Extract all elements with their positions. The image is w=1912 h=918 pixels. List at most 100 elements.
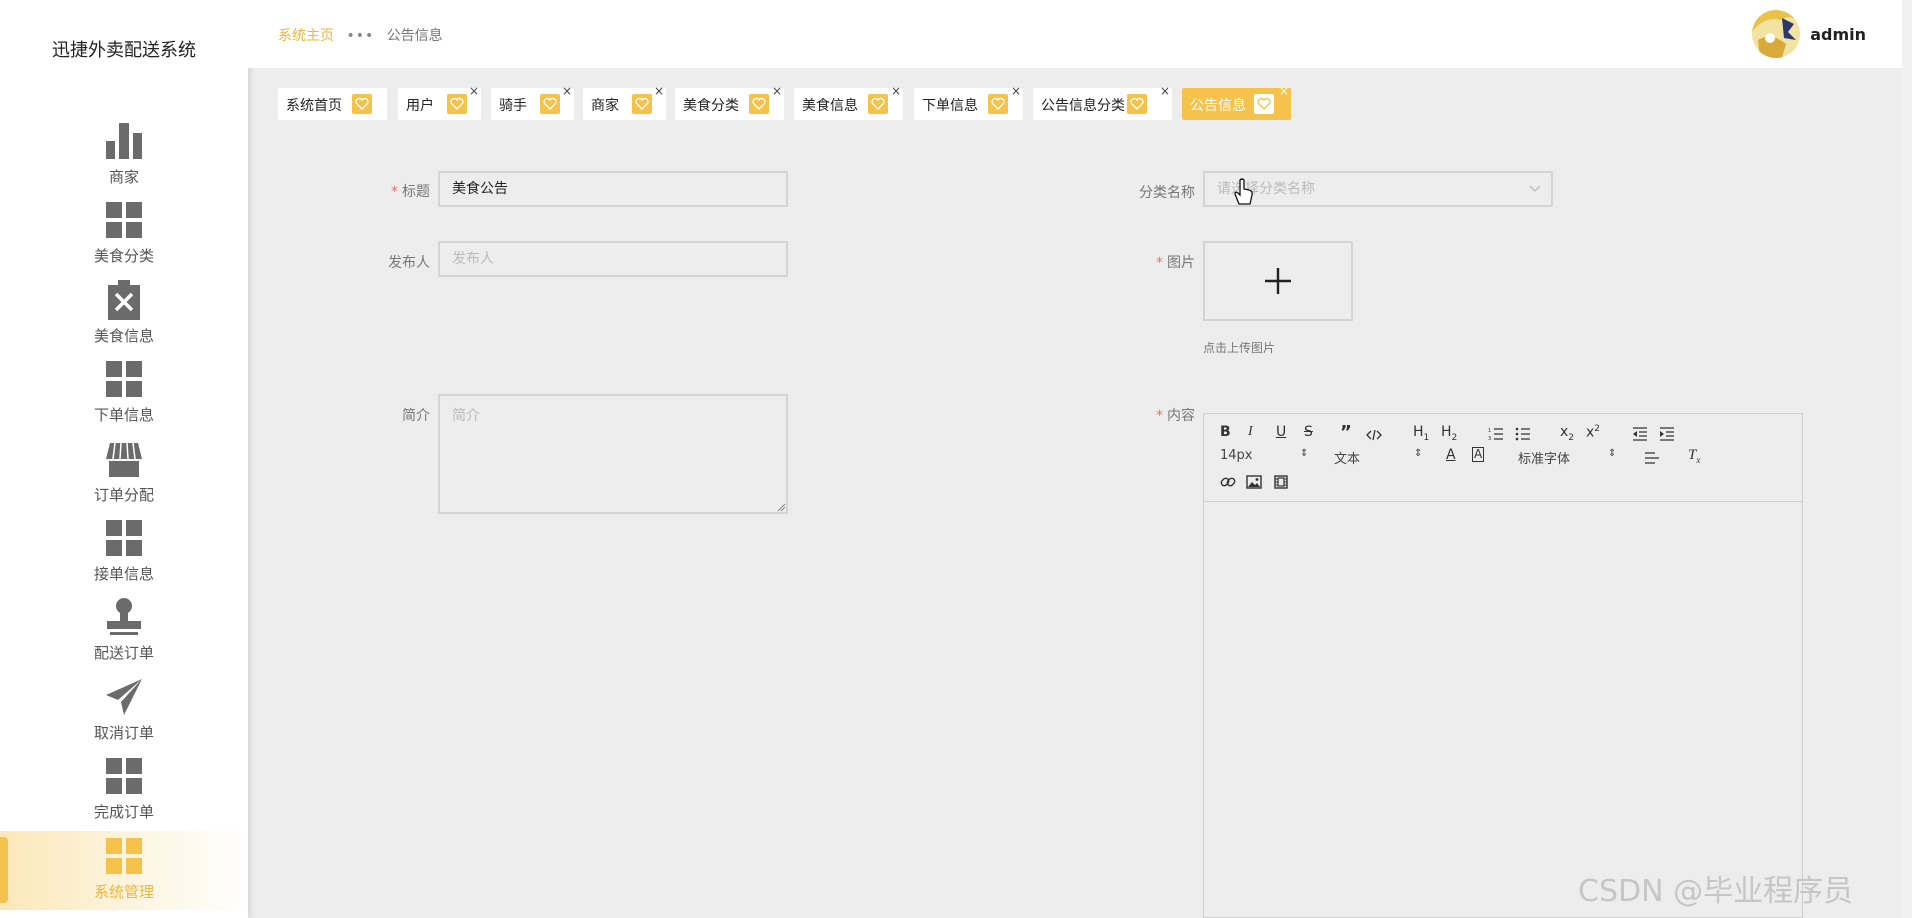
image-icon[interactable] [1246, 475, 1262, 489]
font-size-value: 14px [1220, 448, 1253, 463]
sidebar-item-label: 完成订单 [93, 803, 154, 822]
tab-merchant[interactable]: 商家 × [583, 85, 666, 120]
publisher-input[interactable]: 发布人 [438, 241, 788, 277]
heart-icon [1254, 94, 1274, 114]
underline-button[interactable]: U [1276, 424, 1286, 440]
heart-icon [632, 94, 652, 114]
sidebar-item-orders[interactable]: 下单信息 [0, 354, 248, 433]
heart-icon [540, 94, 560, 114]
indent-icon[interactable] [1659, 427, 1675, 441]
bold-button[interactable]: B [1220, 424, 1231, 440]
plus-icon [1265, 268, 1291, 294]
sidebar-item-accept-info[interactable]: 接单信息 [0, 513, 248, 592]
tab-label: 用户 [406, 98, 434, 114]
tab-user[interactable]: 用户 × [398, 85, 481, 120]
app-title: 迅捷外卖配送系统 [52, 40, 196, 61]
heart-icon [988, 94, 1008, 114]
page-scrollbar[interactable] [1902, 0, 1912, 918]
required-mark: * [1156, 408, 1163, 424]
tab-notice-category[interactable]: 公告信息分类 × [1033, 85, 1172, 120]
tab-notice-info[interactable]: 公告信息 × [1182, 85, 1291, 120]
tab-label: 商家 [591, 98, 619, 114]
avatar[interactable] [1752, 10, 1801, 58]
heart-icon [1127, 94, 1147, 114]
tab-label: 系统首页 [286, 98, 342, 114]
title-label: * 标题 [370, 181, 430, 201]
grid-icon [106, 202, 142, 239]
font-color-button[interactable]: A [1446, 447, 1456, 463]
h1-button[interactable]: H1 [1413, 424, 1429, 443]
blockquote-button[interactable]: ” [1340, 422, 1352, 443]
image-upload-box[interactable] [1203, 241, 1353, 321]
tab-label: 下单信息 [922, 98, 978, 114]
sidebar-item-delivery[interactable]: 配送订单 [0, 592, 248, 671]
background-color-button[interactable]: A [1472, 447, 1485, 462]
sidebar-nav: 商家 美食分类 美食信息 下单信息 订单分配 接单信息 配送订单 取消订单 完成… [0, 116, 248, 910]
paper-plane-icon [106, 678, 142, 715]
code-icon[interactable] [1366, 429, 1382, 441]
close-icon[interactable]: × [891, 85, 901, 97]
watermark: CSDN @毕业程序员 [1578, 874, 1854, 909]
breadcrumb: 系统主页 ••• 公告信息 [278, 25, 443, 45]
strike-button[interactable]: S [1304, 424, 1313, 440]
hand-cursor-icon [1234, 178, 1253, 205]
link-icon[interactable] [1220, 474, 1236, 490]
sidebar-item-label: 美食分类 [93, 247, 154, 266]
close-icon[interactable]: × [654, 85, 664, 97]
sidebar-item-complete[interactable]: 完成订单 [0, 751, 248, 830]
tab-orders[interactable]: 下单信息 × [914, 85, 1023, 120]
close-icon[interactable]: × [1279, 85, 1289, 97]
video-icon[interactable] [1274, 475, 1288, 489]
sidebar-item-cancel[interactable]: 取消订单 [0, 672, 248, 751]
bullet-list-icon[interactable] [1515, 427, 1531, 441]
sidebar-item-system[interactable]: 系统管理 [0, 830, 248, 910]
grid-icon [106, 758, 142, 795]
top-header: 系统主页 ••• 公告信息 admin [248, 0, 1912, 68]
tab-rider[interactable]: 骑手 × [491, 85, 574, 120]
sidebar-item-merchant[interactable]: 商家 [0, 116, 248, 195]
rich-text-editor[interactable]: B I U S ” H1 H2 13 x2 x2 14px ⇕ 文本 ⇕ A A… [1203, 413, 1803, 918]
close-icon[interactable]: × [562, 85, 572, 97]
image-label-text: 图片 [1167, 255, 1195, 271]
category-select[interactable]: 请选择分类名称 [1203, 171, 1553, 207]
outdent-icon[interactable] [1632, 427, 1648, 441]
font-size-select[interactable]: 14px ⇕ [1220, 448, 1310, 463]
ordered-list-icon[interactable]: 13 [1488, 427, 1504, 441]
sidebar-item-order-assign[interactable]: 订单分配 [0, 434, 248, 513]
title-label-text: 标题 [402, 184, 430, 200]
user-menu[interactable]: admin [1752, 10, 1866, 58]
summary-textarea[interactable]: 简介 [438, 394, 788, 514]
close-icon[interactable]: × [469, 85, 479, 97]
clear-format-button[interactable]: Tx [1688, 447, 1700, 465]
close-icon[interactable]: × [772, 85, 782, 97]
title-input[interactable]: 美食公告 [438, 171, 788, 207]
tab-food-info[interactable]: 美食信息 × [794, 85, 903, 120]
tab-label: 美食分类 [683, 98, 739, 114]
resize-handle-icon[interactable] [776, 502, 786, 512]
avatar-image [1752, 10, 1801, 58]
align-icon[interactable] [1644, 451, 1660, 465]
italic-button[interactable]: I [1248, 424, 1253, 440]
header-select[interactable]: 文本 ⇕ [1334, 448, 1424, 467]
superscript-button[interactable]: x2 [1586, 424, 1600, 441]
sidebar-item-food-info[interactable]: 美食信息 [0, 275, 248, 354]
close-icon[interactable]: × [1160, 85, 1170, 97]
tab-label: 美食信息 [802, 98, 858, 114]
publisher-label: 发布人 [388, 255, 430, 271]
tab-food-category[interactable]: 美食分类 × [675, 85, 784, 120]
editor-toolbar: B I U S ” H1 H2 13 x2 x2 14px ⇕ 文本 ⇕ A A… [1204, 414, 1802, 502]
username[interactable]: admin [1810, 25, 1866, 44]
font-family-select[interactable]: 标准字体 ⇕ [1518, 448, 1616, 467]
tab-home[interactable]: 系统首页 [278, 88, 387, 120]
sidebar-item-label: 订单分配 [93, 485, 154, 504]
tab-label: 公告信息分类 [1041, 98, 1125, 114]
subscript-button[interactable]: x2 [1560, 424, 1574, 443]
sidebar-item-food-category[interactable]: 美食分类 [0, 195, 248, 274]
select-arrow-icon: ⇕ [1414, 448, 1423, 459]
sidebar: 迅捷外卖配送系统 商家 美食分类 美食信息 下单信息 订单分配 接单信息 配送订… [0, 0, 248, 918]
store-icon [106, 442, 142, 477]
breadcrumb-home[interactable]: 系统主页 [278, 28, 334, 44]
editor-content-area[interactable] [1204, 503, 1802, 917]
h2-button[interactable]: H2 [1441, 424, 1457, 443]
close-icon[interactable]: × [1011, 85, 1021, 97]
